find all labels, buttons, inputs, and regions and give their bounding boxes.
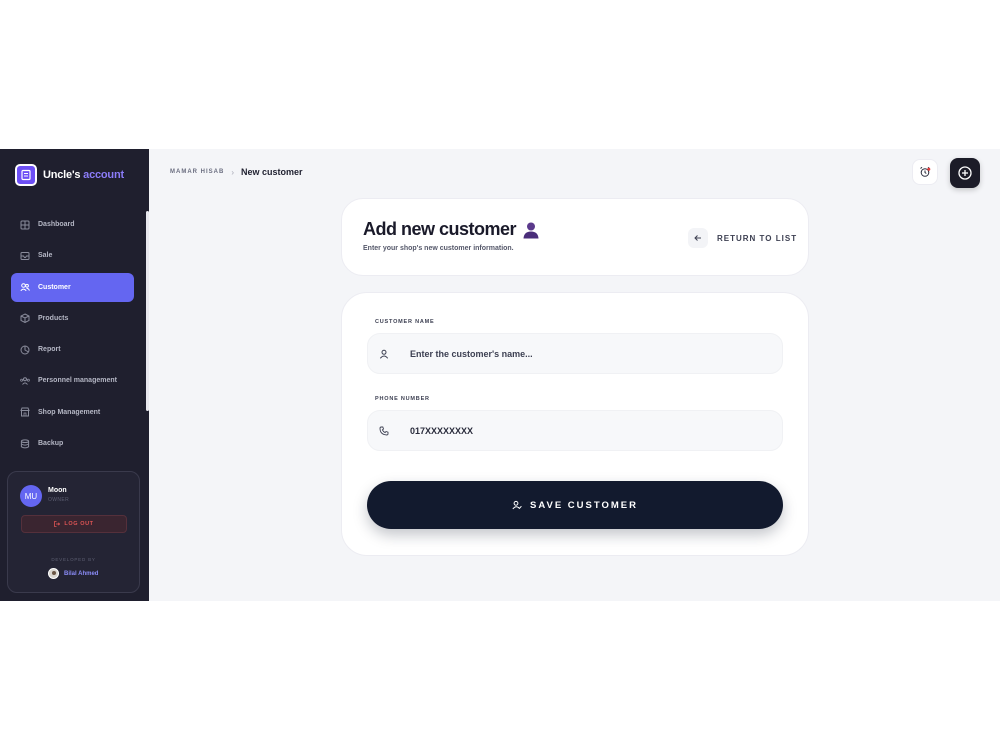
brand-name: Uncle's account bbox=[43, 169, 124, 181]
sidebar-item-label: Report bbox=[38, 346, 61, 354]
sidebar-item-personnel-management[interactable]: Personnel management bbox=[11, 366, 134, 395]
grid-icon bbox=[20, 220, 30, 230]
store-icon bbox=[20, 407, 30, 417]
brand[interactable]: Uncle's account bbox=[15, 164, 124, 186]
save-customer-label: SAVE CUSTOMER bbox=[530, 499, 638, 511]
notification-button[interactable] bbox=[912, 159, 938, 185]
sidebar-item-label: Customer bbox=[38, 283, 71, 291]
user-icon bbox=[379, 349, 389, 359]
sidebar-item-sale[interactable]: Sale bbox=[11, 241, 134, 270]
sidebar-item-label: Shop Management bbox=[38, 408, 101, 416]
page-subtitle: Enter your shop's new customer informati… bbox=[363, 245, 514, 252]
chevron-right-icon: › bbox=[231, 167, 235, 177]
customer-form-card: CUSTOMER NAME PHONE NUMBER SAVE CUSTOMER bbox=[341, 292, 809, 556]
user-check-icon bbox=[512, 500, 522, 510]
sidebar-item-label: Backup bbox=[38, 440, 64, 448]
breadcrumb-root[interactable]: MAMAR HISAB bbox=[170, 169, 224, 175]
users-icon bbox=[20, 282, 30, 292]
sidebar-item-dashboard[interactable]: Dashboard bbox=[11, 210, 134, 239]
sidebar-nav: Dashboard Sale Customer Products Report … bbox=[11, 210, 134, 460]
customer-name-field bbox=[367, 333, 783, 374]
sidebar-item-products[interactable]: Products bbox=[11, 304, 134, 333]
sidebar-item-backup[interactable]: Backup bbox=[11, 429, 134, 458]
sidebar-item-report[interactable]: Report bbox=[11, 335, 134, 364]
brand-logo-icon bbox=[15, 164, 37, 186]
add-button[interactable] bbox=[950, 158, 980, 188]
phone-icon bbox=[379, 426, 389, 436]
sidebar-item-label: Products bbox=[38, 314, 69, 322]
sidebar-item-shop-management[interactable]: Shop Management bbox=[11, 398, 134, 427]
arrow-left-icon bbox=[688, 228, 708, 248]
logout-label: LOG OUT bbox=[64, 521, 94, 527]
avatar[interactable]: MU bbox=[20, 485, 42, 507]
sidebar-item-label: Dashboard bbox=[38, 221, 75, 228]
page-header-card: Add new customer Enter your shop's new c… bbox=[341, 198, 809, 276]
developer-avatar bbox=[48, 568, 59, 579]
sidebar-item-customer[interactable]: Customer bbox=[11, 272, 134, 302]
app-window: Uncle's account Dashboard Sale Customer … bbox=[0, 149, 1000, 601]
user-role: OWNER bbox=[48, 497, 70, 503]
plus-circle-icon bbox=[958, 166, 972, 180]
user-name: Moon bbox=[48, 487, 67, 494]
customer-name-input[interactable] bbox=[410, 334, 770, 373]
sidebar-item-label: Personnel management bbox=[38, 377, 117, 385]
inbox-icon bbox=[20, 251, 30, 261]
database-icon bbox=[20, 438, 30, 449]
phone-number-label: PHONE NUMBER bbox=[375, 396, 430, 402]
user-card: MU Moon OWNER LOG OUT DEVELOPED BY Bilal… bbox=[7, 471, 140, 593]
breadcrumb-current: New customer bbox=[241, 167, 303, 177]
developed-by-label: DEVELOPED BY bbox=[51, 557, 96, 562]
developer-credit[interactable]: Bilal Ahmed bbox=[48, 568, 98, 579]
page-title: Add new customer bbox=[363, 219, 517, 239]
page-title-row: Add new customer bbox=[363, 219, 540, 240]
logout-icon bbox=[54, 521, 61, 527]
phone-number-field bbox=[367, 410, 783, 451]
customer-name-label: CUSTOMER NAME bbox=[375, 319, 435, 325]
main-content: MAMAR HISAB › New customer Add new custo… bbox=[149, 149, 1000, 601]
sidebar: Uncle's account Dashboard Sale Customer … bbox=[0, 149, 149, 601]
return-to-list-label: RETURN TO LIST bbox=[717, 233, 798, 243]
box-icon bbox=[20, 313, 30, 324]
developer-name: Bilal Ahmed bbox=[64, 570, 99, 577]
person-icon bbox=[523, 222, 539, 238]
save-customer-button[interactable]: SAVE CUSTOMER bbox=[367, 481, 783, 529]
return-to-list-button[interactable]: RETURN TO LIST bbox=[688, 228, 797, 248]
logout-button[interactable]: LOG OUT bbox=[21, 515, 127, 533]
phone-number-input[interactable] bbox=[410, 411, 770, 450]
alarm-bell-icon bbox=[920, 166, 931, 177]
sidebar-item-label: Sale bbox=[38, 252, 53, 260]
breadcrumb: MAMAR HISAB › New customer bbox=[170, 167, 303, 177]
team-icon bbox=[20, 376, 30, 386]
pie-chart-icon bbox=[20, 345, 30, 355]
